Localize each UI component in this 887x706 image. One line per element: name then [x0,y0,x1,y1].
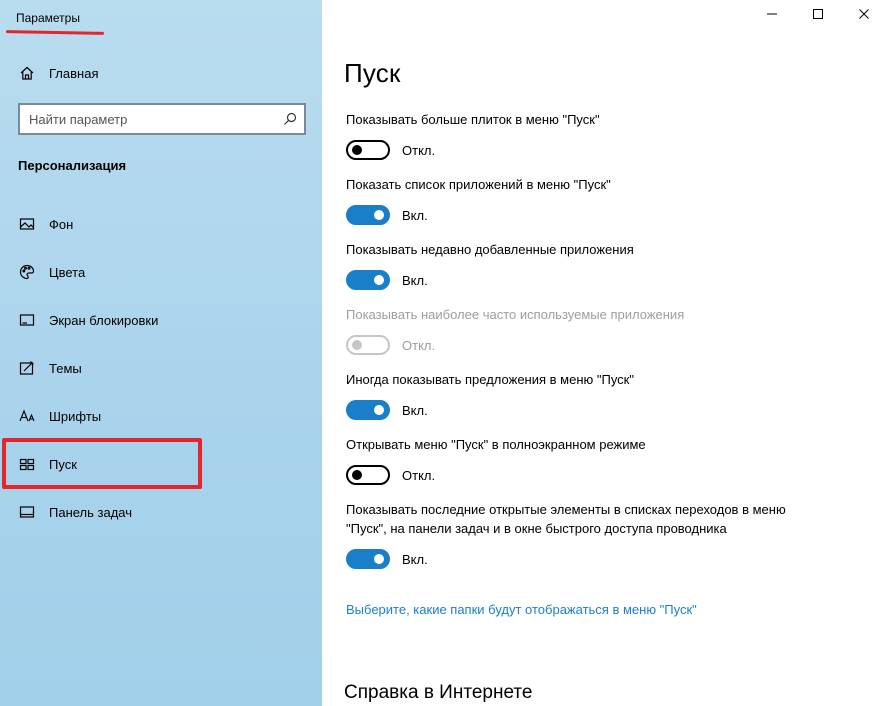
search-icon[interactable] [282,111,298,127]
toggle-knob [374,275,384,285]
sidebar-item-fonts[interactable]: Шрифты [0,396,322,436]
toggle-row: Откл. [346,334,786,356]
toggle-switch[interactable] [346,549,390,569]
setting-suggestions: Иногда показывать предложения в меню "Пу… [346,370,786,421]
taskbar-icon [18,503,36,521]
setting-app-list: Показать список приложений в меню "Пуск"… [346,175,786,226]
toggle-row: Вкл. [346,269,786,291]
toggle-row: Вкл. [346,548,786,570]
setting-recently-added: Показывать недавно добавленные приложени… [346,240,786,291]
toggle-row: Вкл. [346,399,786,421]
toggle-state-label: Откл. [402,337,436,353]
search-box[interactable] [18,103,306,135]
sidebar-item-colors[interactable]: Цвета [0,252,322,292]
toggle-switch[interactable] [346,400,390,420]
window-controls [749,0,887,32]
start-icon [18,455,36,473]
toggle-state-label: Вкл. [402,207,428,223]
toggle-knob [352,145,362,155]
toggle-knob [374,405,384,415]
choose-folders-link[interactable]: Выберите, какие папки будут отображаться… [346,602,697,617]
fonts-icon [18,407,36,425]
minimize-icon [766,7,778,25]
sidebar-item-label: Темы [49,360,82,376]
page-title: Пуск [344,58,401,88]
toggle-knob [374,210,384,220]
themes-icon [18,359,36,377]
close-button[interactable] [841,0,887,32]
sidebar-item-themes[interactable]: Темы [0,348,322,388]
toggle-state-label: Вкл. [402,272,428,288]
sidebar-item-background[interactable]: Фон [0,204,322,244]
setting-label: Показывать наиболее часто используемые п… [346,307,685,322]
sidebar-item-label: Пуск [49,456,77,472]
lock-screen-icon [18,311,36,329]
toggle-state-label: Вкл. [402,551,428,567]
setting-label: Показывать последние открытые элементы в… [346,502,786,536]
section-heading: Персонализация [18,158,127,173]
main-content: Пуск Показывать больше плиток в меню "Пу… [322,0,887,706]
app-title: Параметры [16,11,80,25]
sidebar-item-label: Главная [49,65,99,81]
toggle-row: Откл. [346,464,786,486]
setting-recent-items: Показывать последние открытые элементы в… [346,500,786,570]
setting-label: Показать список приложений в меню "Пуск" [346,177,611,192]
help-heading: Справка в Интернете [344,682,533,703]
setting-label: Показывать недавно добавленные приложени… [346,242,634,257]
setting-label: Иногда показывать предложения в меню "Пу… [346,372,634,387]
toggle-switch[interactable] [346,465,390,485]
sidebar-item-label: Фон [49,216,74,232]
minimize-button[interactable] [749,0,795,32]
toggle-switch [346,335,390,355]
setting-label: Открывать меню "Пуск" в полноэкранном ре… [346,437,646,452]
palette-icon [18,263,36,281]
maximize-icon [812,7,824,25]
sidebar-item-lock-screen[interactable]: Экран блокировки [0,300,322,340]
toggle-switch[interactable] [346,140,390,160]
toggle-state-label: Откл. [402,467,436,483]
sidebar-item-label: Цвета [49,264,86,280]
toggle-knob [374,554,384,564]
toggle-row: Вкл. [346,204,786,226]
toggle-state-label: Вкл. [402,402,428,418]
image-icon [18,215,36,233]
sidebar-item-label: Панель задач [49,504,133,520]
search-input[interactable] [20,105,270,133]
title-highlight-underline [5,30,105,35]
sidebar: Параметры Главная Персонализация Фон Цве… [0,0,322,706]
toggle-row: Откл. [346,139,786,161]
sidebar-item-label: Шрифты [49,408,102,424]
close-icon [858,7,870,25]
toggle-switch[interactable] [346,270,390,290]
setting-label: Показывать больше плиток в меню "Пуск" [346,112,600,127]
toggle-knob [352,470,362,480]
setting-most-used: Показывать наиболее часто используемые п… [346,305,786,356]
maximize-button[interactable] [795,0,841,32]
sidebar-item-home[interactable]: Главная [0,56,322,90]
sidebar-item-start[interactable]: Пуск [0,444,322,484]
toggle-state-label: Откл. [402,142,436,158]
setting-more-tiles: Показывать больше плиток в меню "Пуск" О… [346,110,786,161]
sidebar-item-taskbar[interactable]: Панель задач [0,492,322,532]
sidebar-item-label: Экран блокировки [49,312,159,328]
home-icon [18,64,36,82]
toggle-knob [352,340,362,350]
toggle-switch[interactable] [346,205,390,225]
setting-fullscreen: Открывать меню "Пуск" в полноэкранном ре… [346,435,786,486]
